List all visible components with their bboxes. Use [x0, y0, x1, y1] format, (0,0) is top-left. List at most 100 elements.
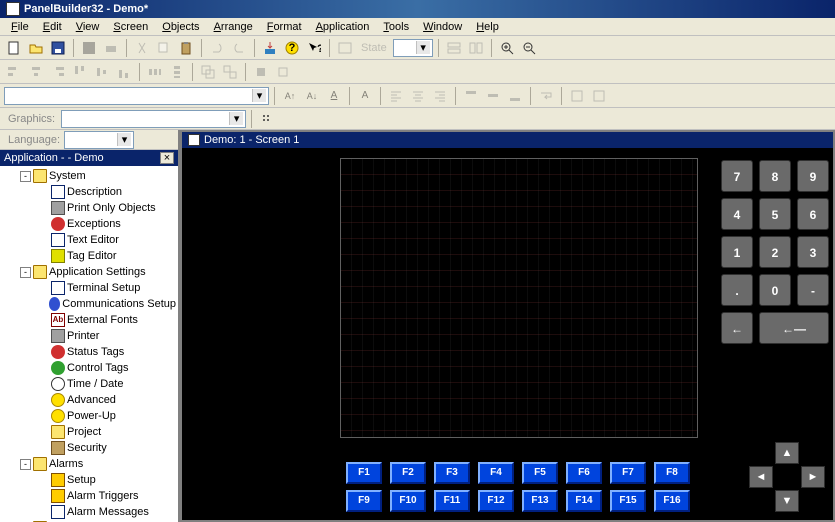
tree-node[interactable]: Time / Date: [2, 376, 176, 392]
fkey-f7[interactable]: F7: [610, 462, 646, 484]
menu-tools[interactable]: Tools: [376, 20, 416, 34]
tree-node[interactable]: Control Tags: [2, 360, 176, 376]
menu-objects[interactable]: Objects: [155, 20, 206, 34]
sidebar-title: Application - - Demo: [4, 152, 104, 164]
font-combo[interactable]: ▾: [4, 87, 269, 105]
tree-node[interactable]: Project: [2, 424, 176, 440]
help-button[interactable]: ?: [282, 38, 302, 58]
keypad-8[interactable]: 8: [759, 160, 791, 192]
tree-node[interactable]: Advanced: [2, 392, 176, 408]
fkey-f3[interactable]: F3: [434, 462, 470, 484]
tree-node[interactable]: -System: [2, 168, 176, 184]
tree-node[interactable]: Security: [2, 440, 176, 456]
fkey-f14[interactable]: F14: [566, 490, 602, 512]
tree-node[interactable]: Tag Editor: [2, 248, 176, 264]
menu-application[interactable]: Application: [309, 20, 377, 34]
tree-label: Exceptions: [67, 218, 121, 230]
svg-text:?: ?: [289, 42, 296, 54]
tree-node[interactable]: Status Tags: [2, 344, 176, 360]
whatsthis-button[interactable]: ?: [304, 38, 324, 58]
fkey-f13[interactable]: F13: [522, 490, 558, 512]
menu-format[interactable]: Format: [260, 20, 309, 34]
tree-node[interactable]: Text Editor: [2, 232, 176, 248]
fkey-f16[interactable]: F16: [654, 490, 690, 512]
fkey-f10[interactable]: F10: [390, 490, 426, 512]
copy-button: [154, 38, 174, 58]
tree-node[interactable]: -Application Settings: [2, 264, 176, 280]
language-combo[interactable]: ▾: [64, 131, 134, 149]
menu-edit[interactable]: Edit: [36, 20, 69, 34]
save-button[interactable]: [48, 38, 68, 58]
fkey-f11[interactable]: F11: [434, 490, 470, 512]
download-button[interactable]: [260, 38, 280, 58]
table-button: [335, 38, 355, 58]
keypad-4[interactable]: 4: [721, 198, 753, 230]
dpad-up-button[interactable]: ▲: [775, 442, 799, 464]
screen-icon: [188, 134, 200, 146]
tree-node[interactable]: -Alarms: [2, 456, 176, 472]
fkey-f12[interactable]: F12: [478, 490, 514, 512]
dpad-left-button[interactable]: ◄: [749, 466, 773, 488]
tree-node[interactable]: Alarm Triggers: [2, 488, 176, 504]
graphics-tool-button[interactable]: [257, 109, 277, 129]
state-combo[interactable]: ▾: [393, 39, 433, 57]
keypad-6[interactable]: 6: [797, 198, 829, 230]
tree-node[interactable]: Description: [2, 184, 176, 200]
menu-arrange[interactable]: Arrange: [207, 20, 260, 34]
keypad-back[interactable]: ←: [721, 312, 753, 344]
dpad-down-button[interactable]: ▼: [775, 490, 799, 512]
menu-window[interactable]: Window: [416, 20, 469, 34]
menu-file[interactable]: File: [4, 20, 36, 34]
keypad-2[interactable]: 2: [759, 236, 791, 268]
design-grid[interactable]: [340, 158, 698, 438]
tree-node[interactable]: Exceptions: [2, 216, 176, 232]
menu-help[interactable]: Help: [469, 20, 506, 34]
graphics-combo[interactable]: ▾: [61, 110, 246, 128]
keypad-0[interactable]: 0: [759, 274, 791, 306]
keypad-1[interactable]: 1: [721, 236, 753, 268]
menu-view[interactable]: View: [69, 20, 107, 34]
fkey-f1[interactable]: F1: [346, 462, 382, 484]
dpad-right-button[interactable]: ►: [801, 466, 825, 488]
expand-icon[interactable]: -: [20, 171, 31, 182]
fkey-f2[interactable]: F2: [390, 462, 426, 484]
tree-node[interactable]: Alarm Messages: [2, 504, 176, 520]
fkey-f15[interactable]: F15: [610, 490, 646, 512]
tree-node[interactable]: Printer: [2, 328, 176, 344]
keypad-.[interactable]: .: [721, 274, 753, 306]
tree-node[interactable]: AbExternal Fonts: [2, 312, 176, 328]
fkey-f6[interactable]: F6: [566, 462, 602, 484]
zoom-out-button[interactable]: [519, 38, 539, 58]
keypad-enter[interactable]: ←—: [759, 312, 829, 344]
tag-icon: [51, 249, 65, 263]
keypad--[interactable]: -: [797, 274, 829, 306]
new-button[interactable]: [4, 38, 24, 58]
keypad-3[interactable]: 3: [797, 236, 829, 268]
redo-button: [229, 38, 249, 58]
menu-screen[interactable]: Screen: [106, 20, 155, 34]
tree-node[interactable]: Setup: [2, 472, 176, 488]
open-button[interactable]: [26, 38, 46, 58]
keypad-7[interactable]: 7: [721, 160, 753, 192]
fkey-f5[interactable]: F5: [522, 462, 558, 484]
expand-icon[interactable]: -: [20, 459, 31, 470]
dpad: ▲ ◄ ► ▼: [749, 442, 825, 512]
fkey-f8[interactable]: F8: [654, 462, 690, 484]
expand-icon[interactable]: -: [20, 267, 31, 278]
zoom-in-button[interactable]: [497, 38, 517, 58]
font-inc-button: A↑: [280, 86, 300, 106]
tree-node[interactable]: Power-Up: [2, 408, 176, 424]
send-back-button: [273, 62, 293, 82]
fkey-f9[interactable]: F9: [346, 490, 382, 512]
fkey-f4[interactable]: F4: [478, 462, 514, 484]
tree-node[interactable]: Terminal Setup: [2, 280, 176, 296]
tree-node[interactable]: Communications Setup: [2, 296, 176, 312]
tree-node[interactable]: Print Only Objects: [2, 200, 176, 216]
wrap-button: [536, 86, 556, 106]
tree[interactable]: -SystemDescriptionPrint Only Objects Exce…: [0, 166, 178, 522]
keypad-9[interactable]: 9: [797, 160, 829, 192]
paste-button[interactable]: [176, 38, 196, 58]
keypad-5[interactable]: 5: [759, 198, 791, 230]
sidebar-close-button[interactable]: ×: [160, 152, 174, 164]
group-button: [198, 62, 218, 82]
